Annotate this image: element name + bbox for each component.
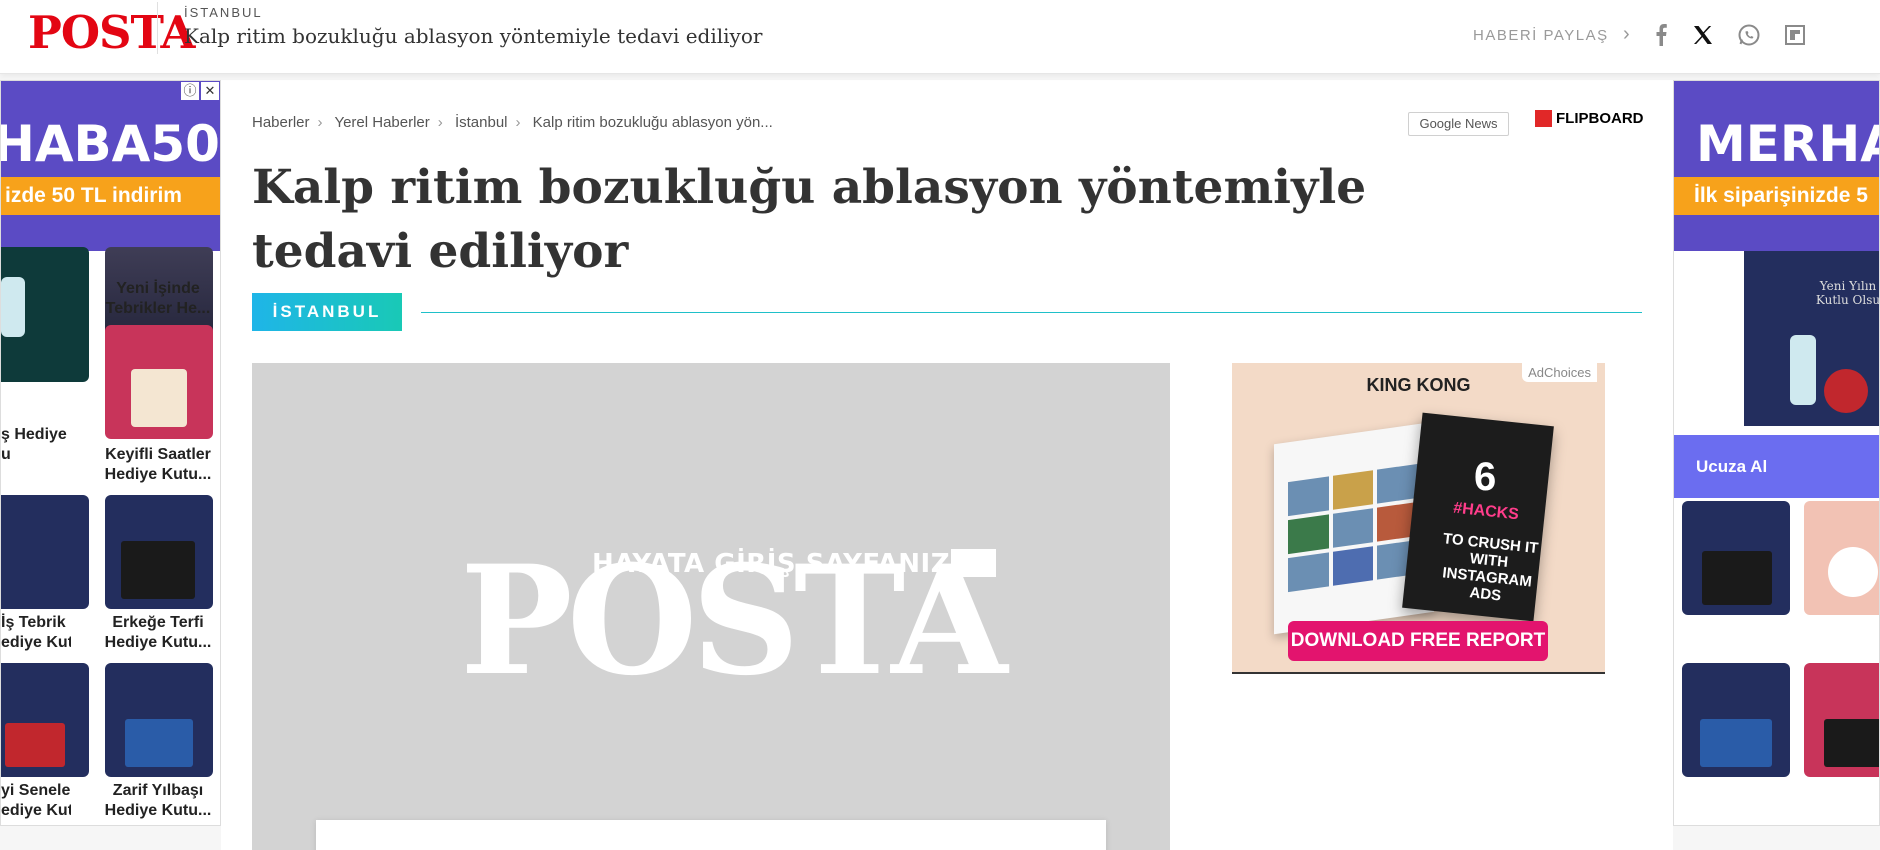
- adchoices-icon[interactable]: AdChoices: [1522, 363, 1597, 382]
- breadcrumb: Haberler › Yerel Haberler › İstanbul › Kalp…: [252, 114, 773, 131]
- buy-cheap-button[interactable]: Ucuza Al: [1674, 435, 1879, 498]
- promo-banner[interactable]: MERHA İlk siparişinizde 5: [1674, 81, 1880, 251]
- promo-code: MERHA: [1696, 115, 1880, 173]
- whatsapp-icon[interactable]: [1736, 22, 1762, 48]
- product-caption[interactable]: İş Tebrikediye Kutu...: [1, 613, 71, 653]
- product-image[interactable]: [1804, 663, 1879, 777]
- posta-logo[interactable]: POSTA: [28, 6, 195, 59]
- article-title: Kalp ritim bozukluğu ablasyon yöntemiyle…: [252, 160, 1367, 279]
- share-label[interactable]: HABERİ PAYLAŞ: [1473, 27, 1609, 44]
- product-caption[interactable]: ş Hediye u: [1, 425, 71, 465]
- hero-logo-bar: [951, 549, 996, 577]
- product-image[interactable]: [1682, 501, 1790, 615]
- breadcrumb-item[interactable]: Haberler: [252, 114, 310, 131]
- product-caption[interactable]: Keyifli Saatler Hediye Kutu...: [93, 445, 220, 485]
- chevron-right-icon: ›: [317, 114, 323, 131]
- product-image[interactable]: [105, 495, 213, 609]
- book-grid-illustration: [1288, 463, 1418, 593]
- category-divider: [421, 312, 1642, 313]
- flipboard-label: FLIPBOARD: [1556, 110, 1644, 127]
- product-image[interactable]: [1, 247, 89, 382]
- product-image[interactable]: [1, 495, 89, 609]
- hero-tagline: HAYATA GİRİŞ SAYFANIZ: [592, 549, 951, 579]
- category-badge[interactable]: İSTANBUL: [252, 293, 402, 331]
- hero-image-placeholder: POSTA HAYATA GİRİŞ SAYFANIZ: [252, 363, 1170, 850]
- product-caption[interactable]: Erkeğe Terfi Hediye Kutu...: [93, 613, 220, 653]
- product-caption[interactable]: Yeni İşinde Tebrikler He...: [93, 279, 220, 319]
- left-skyscraper-ad[interactable]: HABA50 izde 50 TL indirim ⓘ ✕ Yeni İşind…: [0, 80, 221, 826]
- product-image[interactable]: Yeni Yılın Kutlu Olsu: [1744, 251, 1880, 426]
- header-divider: [157, 2, 158, 54]
- google-news-button[interactable]: Google News: [1408, 112, 1509, 136]
- middle-ad-banner[interactable]: KING KONG AdChoices 6 #HACKS TO CRUSH IT…: [1232, 363, 1605, 674]
- product-image[interactable]: [105, 663, 213, 777]
- chevron-right-icon: ›: [515, 114, 521, 131]
- header-article-title: Kalp ritim bozukluğu ablasyon yöntemiyle…: [184, 24, 763, 48]
- ad-info-icon[interactable]: ⓘ: [181, 82, 199, 100]
- product-caption[interactable]: yi Senelerediye Kutu...: [1, 781, 71, 821]
- header-category[interactable]: İSTANBUL: [184, 5, 263, 20]
- promo-strip: İlk siparişinizde 5: [1674, 177, 1879, 215]
- x-icon[interactable]: [1690, 22, 1716, 48]
- sticky-header: POSTA İSTANBUL Kalp ritim bozukluğu abla…: [0, 0, 1880, 74]
- product-caption[interactable]: Zarif Yılbaşı Hediye Kutu...: [93, 781, 220, 821]
- product-image[interactable]: [1682, 663, 1790, 777]
- breadcrumb-current: Kalp ritim bozukluğu ablasyon yön...: [532, 114, 773, 131]
- flipboard-button[interactable]: FLIPBOARD: [1535, 110, 1644, 127]
- breadcrumb-item[interactable]: İstanbul: [455, 114, 508, 131]
- promo-banner[interactable]: HABA50 izde 50 TL indirim: [1, 81, 220, 251]
- facebook-icon[interactable]: [1648, 22, 1674, 48]
- promo-code: HABA50: [1, 115, 220, 173]
- flipboard-logo-icon: [1535, 110, 1552, 127]
- promo-strip: izde 50 TL indirim: [1, 177, 220, 215]
- chevron-right-icon: ›: [1623, 23, 1630, 45]
- book-subtitle: TO CRUSH IT WITH INSTAGRAM ADS: [1441, 530, 1540, 605]
- box-greeting: Yeni Yılın Kutlu Olsu: [1815, 279, 1880, 307]
- ad-close-icon[interactable]: ✕: [201, 82, 219, 100]
- book-number: 6: [1474, 455, 1497, 499]
- article-main: Haberler › Yerel Haberler › İstanbul › Kalp…: [221, 80, 1673, 850]
- product-image[interactable]: [105, 325, 213, 439]
- download-report-button[interactable]: DOWNLOAD FREE REPORT: [1288, 621, 1548, 661]
- product-image[interactable]: [1, 663, 89, 777]
- breadcrumb-item[interactable]: Yerel Haberler: [334, 114, 429, 131]
- image-caption-card: [316, 820, 1106, 850]
- right-skyscraper-ad[interactable]: MERHA İlk siparişinizde 5 Yeni Yılın Kutl…: [1673, 80, 1880, 826]
- product-image[interactable]: [1804, 501, 1879, 615]
- flipboard-icon[interactable]: [1782, 22, 1808, 48]
- chevron-right-icon: ›: [437, 114, 443, 131]
